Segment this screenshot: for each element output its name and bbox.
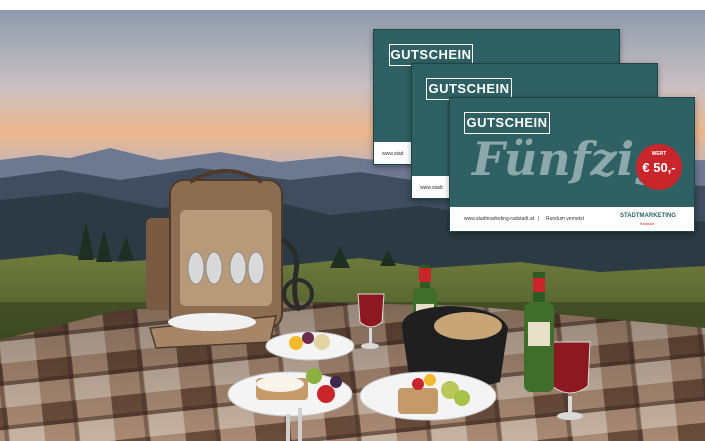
badge-value: € 50,- [642, 160, 676, 175]
voucher-url: www.stadtmarketing-radstadt.at [464, 216, 535, 222]
value-badge: WERT € 50,- [636, 144, 682, 190]
voucher-title: GUTSCHEIN [464, 112, 550, 134]
fork-icon [286, 414, 290, 441]
voucher-footer: www.stadtmarketing-radstadt.at | Rundum … [450, 207, 694, 231]
voucher-url: www.stadt [420, 185, 443, 191]
plate-icon [359, 371, 497, 421]
badge-label: WERT [651, 151, 667, 157]
plate-icon [265, 331, 355, 361]
gift-voucher-front: GUTSCHEIN Fünfzig WERT € 50,- www.stadtm… [449, 97, 695, 232]
photo-composite: GUTSCHEIN www.stad GUTSCHEIN www.stadt G… [0, 0, 705, 441]
voucher-url: www.stad [382, 151, 404, 157]
brand-subtitle: Radstadt [640, 222, 655, 226]
brand-logo-text: STADTMARKETING [620, 213, 676, 219]
voucher-note: Rundum vernetzt [546, 216, 585, 222]
knife-icon [298, 408, 302, 441]
voucher-separator: | [538, 216, 540, 222]
